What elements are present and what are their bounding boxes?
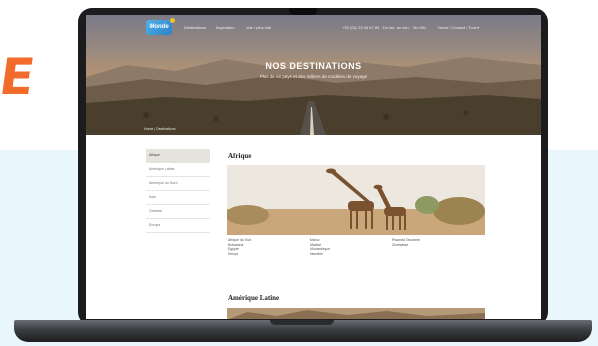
logo-sun-icon — [170, 18, 175, 23]
laptop-hinge-lip — [270, 320, 334, 325]
main-content: Afrique Amérique Latine Amérique du Nord… — [86, 135, 541, 319]
logo-text: Monde — [149, 24, 169, 30]
region-title-afrique: Afrique — [228, 152, 252, 160]
nav-quote-button[interactable]: Devis / Contact / Tout ▾ — [438, 25, 479, 30]
country-column-1: Afrique du Sud Botswana Egypte Kenya — [228, 238, 251, 256]
country-link[interactable]: Kenya — [228, 252, 251, 257]
nav-link-inspiration[interactable]: Inspiration — [216, 25, 234, 30]
country-link[interactable]: Rwanda Tanzanie — [392, 238, 420, 243]
laptop-screen: Monde Destinations Inspiration Voir / pl… — [86, 15, 541, 319]
sidebar-item-oceanie[interactable]: Océanie — [146, 205, 210, 219]
country-link[interactable]: Afrique du Sud — [228, 238, 251, 243]
afrique-photo[interactable] — [227, 165, 485, 235]
sidebar-item-afrique[interactable]: Afrique — [146, 149, 210, 163]
laptop-notch — [289, 8, 317, 15]
sidebar-item-asie[interactable]: Asie — [146, 191, 210, 205]
sidebar-item-amerique-latine[interactable]: Amérique Latine — [146, 163, 210, 177]
nav-contact-info[interactable]: +33 (0)1 23 45 67 89 · Du lun. au ven. ·… — [342, 25, 426, 30]
region-title-amerique-latine: Amérique Latine — [228, 294, 280, 302]
page-title: NOS DESTINATIONS — [265, 61, 362, 71]
hero-banner: Monde Destinations Inspiration Voir / pl… — [86, 15, 541, 135]
sidebar-item-europe[interactable]: Europe — [146, 219, 210, 233]
amerique-latine-photo[interactable] — [227, 307, 485, 319]
country-link[interactable]: Namibie — [310, 252, 330, 257]
breadcrumb[interactable]: Home | Destinations — [144, 127, 175, 131]
region-sidebar: Afrique Amérique Latine Amérique du Nord… — [146, 149, 210, 233]
nav-link-destinations[interactable]: Destinations — [184, 25, 206, 30]
giraffes-savanna-image — [227, 165, 485, 235]
amerique-latine-image — [227, 308, 485, 319]
top-navigation: Monde Destinations Inspiration Voir / pl… — [86, 15, 541, 39]
site-logo[interactable]: Monde — [146, 18, 175, 35]
nav-link-more[interactable]: Voir / plus info — [246, 25, 271, 30]
country-link[interactable]: Zimbabwe — [392, 243, 420, 248]
page-subtitle: Plus de 60 pays et des milliers de modèl… — [259, 74, 368, 79]
country-column-2: Maroc Malawi Mozambique Namibie — [310, 238, 330, 256]
country-column-3: Rwanda Tanzanie Zimbabwe — [392, 238, 420, 247]
sidebar-item-amerique-du-nord[interactable]: Amérique du Nord — [146, 177, 210, 191]
